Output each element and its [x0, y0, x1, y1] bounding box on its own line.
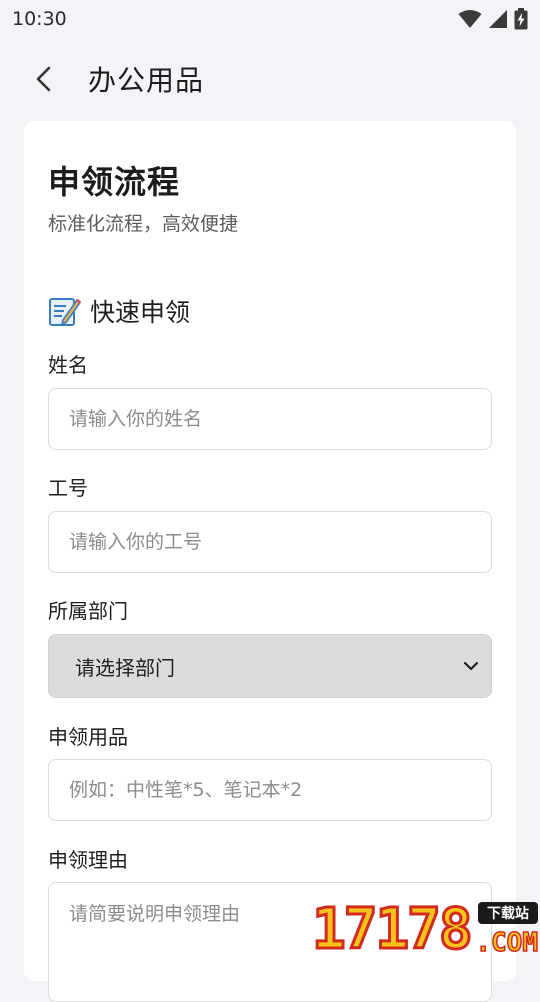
employee-id-label: 工号: [48, 472, 88, 501]
battery-charging-icon: [514, 8, 528, 30]
department-select[interactable]: 请选择部门: [48, 634, 492, 698]
page-title: 办公用品: [88, 59, 204, 99]
chevron-down-icon: [463, 660, 479, 672]
watermark-suffix: .COM: [475, 928, 538, 958]
status-bar: 10:30: [0, 0, 540, 38]
wifi-icon: [458, 9, 482, 29]
section-header: 快速申领: [48, 293, 190, 329]
application-card: 申领流程 标准化流程，高效便捷 快速申领 姓名 工号 所属部门 请选择部门 申领…: [24, 121, 516, 981]
watermark-badge: 下载站: [478, 902, 538, 924]
site-watermark: 17178 下载站 .COM: [312, 898, 540, 960]
back-arrow-icon: [35, 66, 53, 92]
department-selected-value: 请选择部门: [75, 652, 175, 681]
employee-id-input[interactable]: [48, 511, 492, 573]
app-bar: 办公用品: [0, 40, 540, 118]
card-title: 申领流程: [48, 157, 180, 203]
section-title: 快速申领: [90, 293, 190, 329]
items-input[interactable]: [48, 759, 492, 821]
notepad-pencil-icon: [48, 294, 82, 328]
back-button[interactable]: [24, 59, 64, 99]
department-label: 所属部门: [48, 595, 128, 624]
name-input[interactable]: [48, 388, 492, 450]
watermark-digits: 17178: [312, 900, 471, 960]
reason-label: 申领理由: [48, 844, 128, 873]
name-label: 姓名: [48, 349, 88, 378]
card-subtitle: 标准化流程，高效便捷: [48, 209, 238, 236]
status-time: 10:30: [12, 8, 67, 30]
signal-icon: [488, 9, 508, 29]
status-icons: [458, 8, 528, 30]
items-label: 申领用品: [48, 721, 128, 750]
